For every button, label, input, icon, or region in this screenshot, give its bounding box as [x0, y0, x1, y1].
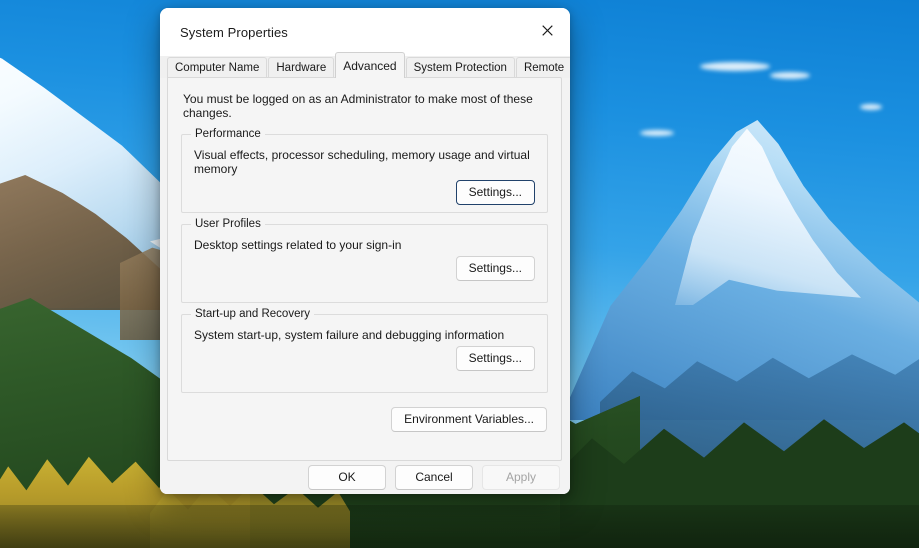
wallpaper-foreground-shadow [0, 505, 919, 548]
system-properties-dialog: System Properties Computer Name Hardware… [160, 8, 570, 494]
startup-recovery-settings-button[interactable]: Settings... [455, 346, 535, 371]
tab-remote[interactable]: Remote [515, 56, 570, 78]
dialog-footer: OK Cancel Apply [160, 461, 570, 494]
wallpaper-cloud [640, 130, 674, 136]
dialog-title: System Properties [180, 24, 288, 40]
environment-variables-row: Environment Variables... [181, 407, 548, 432]
apply-button: Apply [482, 465, 560, 490]
user-profiles-settings-button[interactable]: Settings... [455, 256, 535, 281]
group-performance-description: Visual effects, processor scheduling, me… [194, 148, 530, 176]
performance-settings-button[interactable]: Settings... [455, 180, 535, 205]
group-user-profiles-description: Desktop settings related to your sign-in [194, 238, 402, 252]
group-user-profiles-title: User Profiles [191, 218, 265, 231]
group-startup-recovery: Start-up and Recovery System start-up, s… [181, 308, 548, 393]
tab-strip: Computer Name Hardware Advanced System P… [160, 52, 570, 78]
cancel-button[interactable]: Cancel [395, 465, 473, 490]
ok-button[interactable]: OK [308, 465, 386, 490]
administrator-note: You must be logged on as an Administrato… [183, 92, 533, 120]
group-startup-recovery-title: Start-up and Recovery [191, 308, 315, 321]
wallpaper-cloud [700, 62, 770, 71]
desktop-wallpaper: System Properties Computer Name Hardware… [0, 0, 919, 548]
wallpaper-cloud [860, 104, 882, 110]
wallpaper-cloud [770, 72, 810, 79]
group-user-profiles-button-row: Settings... [194, 256, 535, 281]
group-user-profiles: User Profiles Desktop settings related t… [181, 218, 548, 303]
group-performance-button-row: Settings... [194, 180, 535, 205]
tab-hardware[interactable]: Hardware [268, 56, 335, 78]
dialog-titlebar: System Properties [160, 8, 570, 56]
group-performance: Performance Visual effects, processor sc… [181, 128, 548, 213]
tab-system-protection[interactable]: System Protection [405, 56, 515, 78]
tab-panel-advanced: You must be logged on as an Administrato… [167, 77, 562, 461]
wallpaper-peak-snow [675, 128, 861, 305]
group-startup-recovery-description: System start-up, system failure and debu… [194, 328, 505, 342]
environment-variables-button[interactable]: Environment Variables... [391, 407, 547, 432]
tab-advanced[interactable]: Advanced [335, 52, 405, 78]
close-icon[interactable] [524, 8, 570, 52]
tab-computer-name[interactable]: Computer Name [167, 56, 268, 78]
group-startup-recovery-button-row: Settings... [194, 346, 535, 371]
group-performance-title: Performance [191, 128, 265, 141]
